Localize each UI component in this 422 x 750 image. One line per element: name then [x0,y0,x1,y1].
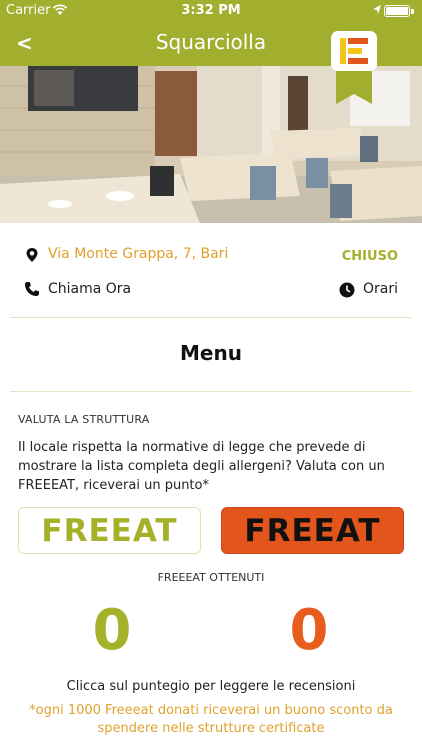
divider [10,317,412,318]
clock-icon[interactable] [339,282,355,298]
discount-footnote: *ogni 1000 Freeeat donati riceverai un b… [29,703,393,736]
reviews-hint-text: Clicca sul puntegio per leggere le recen… [66,679,356,694]
freeat-yes-button[interactable]: FREEAT [18,507,201,554]
battery-icon [384,5,410,17]
open-status-badge: CHIUSO [341,249,398,264]
score-negative[interactable]: 0 [279,596,339,666]
rate-section-heading: VALUTA LA STRUTTURA [18,413,150,426]
map-pin-icon [26,248,38,262]
score-positive[interactable]: 0 [82,596,142,666]
freeeat-obtained-label: FREEEAT OTTENUTI [157,571,265,584]
battery-tip [411,9,414,14]
divider [10,391,412,392]
freeat-no-button[interactable]: FREEAT [221,507,404,554]
menu-button[interactable]: Menu [0,341,422,365]
opening-hours-button[interactable]: Orari [363,281,398,297]
phone-icon[interactable] [24,281,40,297]
location-services-icon [373,5,381,14]
address-link[interactable]: Via Monte Grappa, 7, Bari [48,246,228,262]
call-now-button[interactable]: Chiama Ora [48,281,131,297]
freeeat-logo-icon [331,31,377,71]
status-bar: Carrier 3:32 PM [0,0,422,22]
clock-time: 3:32 PM [181,3,241,18]
allergen-question: Il locale rispetta la normative di legge… [18,440,385,493]
